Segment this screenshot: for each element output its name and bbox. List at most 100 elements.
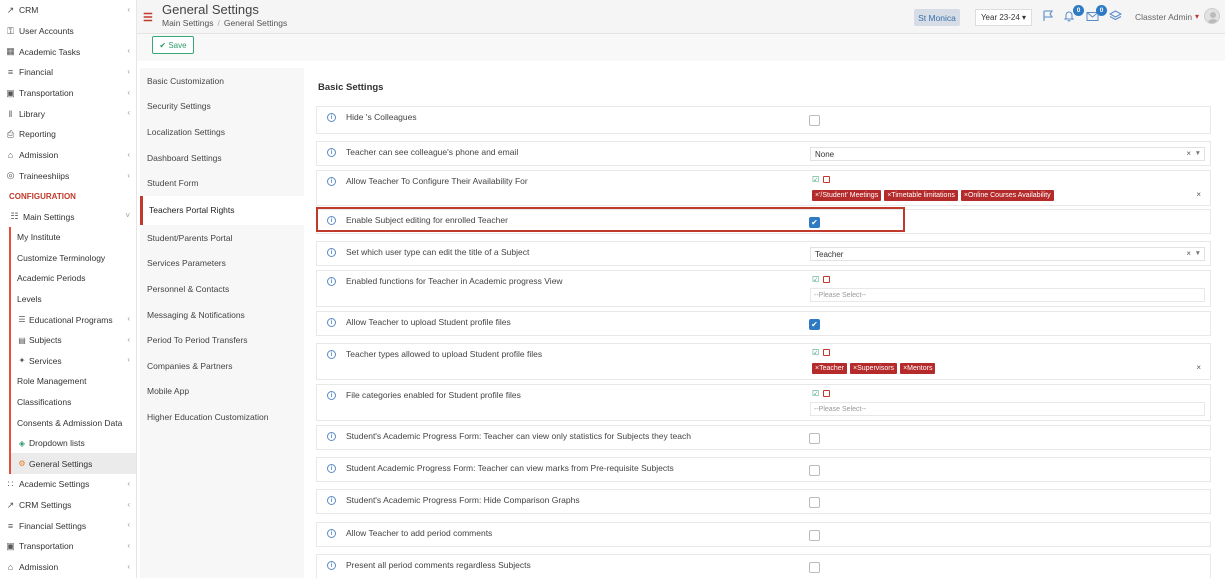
settings-nav-item[interactable]: Messaging & Notifications [140,302,304,328]
select-all-icon[interactable]: ☑ [812,348,819,357]
menu-toggle-icon[interactable]: ☰ [143,11,153,24]
settings-nav-item[interactable]: Mobile App [140,379,304,405]
settings-nav-item[interactable]: Basic Customization [140,68,304,94]
flag-icon[interactable] [1040,8,1056,24]
sidebar-subitem[interactable]: Customize Terminology [9,247,136,269]
avatar[interactable] [1204,8,1220,24]
chevron-left-icon: ‹ [127,87,130,97]
setting-checkbox[interactable]: ✔ [809,319,820,330]
setting-checkbox[interactable] [809,465,820,476]
select-all-icon[interactable]: ☑ [812,175,819,184]
sidebar-item[interactable]: ↗ CRM Settings ‹ [0,495,136,516]
tag-input[interactable]: × Teacher × Supervisors × Mentors × [810,361,1205,375]
deselect-all-icon[interactable] [823,390,831,397]
sidebar-item[interactable]: ↗ CRM ‹ [0,0,136,21]
save-button[interactable]: ✔ Save [152,36,194,54]
sidebar-item[interactable]: ∷ Academic Settings ‹ [0,474,136,495]
clear-icon[interactable]: × [1196,363,1201,372]
info-icon[interactable]: i [327,350,336,359]
tag-chip[interactable]: × Timetable limitations [884,189,958,201]
info-icon[interactable]: i [327,318,336,327]
sidebar-item[interactable]: ▣ Transportation ‹ [0,83,136,104]
multiselect-input[interactable]: --Please Select-- [810,402,1205,416]
info-icon[interactable]: i [327,277,336,286]
setting-checkbox[interactable] [809,497,820,508]
setting-select[interactable]: None × ▼ [810,147,1205,161]
settings-nav-item[interactable]: Security Settings [140,94,304,120]
info-icon[interactable]: i [327,529,336,538]
settings-nav-item[interactable]: Dashboard Settings [140,145,304,171]
info-icon[interactable]: i [327,464,336,473]
caret-down-icon[interactable]: ▾ [1195,12,1199,21]
settings-nav-item[interactable]: Higher Education Customization [140,404,304,430]
layers-icon[interactable] [1107,8,1123,24]
sidebar-subitem[interactable]: My Institute [9,226,136,248]
sidebar-subitem[interactable]: ▤ Subjects ‹ [9,329,136,351]
settings-nav-item[interactable]: Teachers Portal Rights [140,195,304,225]
settings-nav-item[interactable]: Period To Period Transfers [140,327,304,353]
info-icon[interactable]: i [327,496,336,505]
tag-chip[interactable]: × '/Student' Meetings [812,189,882,201]
tag-chip[interactable]: × Mentors [900,362,936,374]
deselect-all-icon[interactable] [823,176,831,183]
sidebar-item[interactable]: ⌂ Admission ‹ [0,557,136,578]
sidebar-item[interactable]: ▦ Academic Tasks ‹ [0,41,136,62]
sidebar-item[interactable]: ⚿ User Accounts [0,21,136,42]
sidebar-subitem[interactable]: Classifications [9,391,136,413]
sidebar-item[interactable]: ≡ Financial ‹ [0,62,136,83]
tag-chip[interactable]: × Teacher [812,362,847,374]
setting-checkbox[interactable] [809,115,820,126]
sidebar-item[interactable]: ⌂ Admission ‹ [0,145,136,166]
sidebar-item[interactable]: ◎ Traineeshiips ‹ [0,166,136,187]
sidebar-subitem[interactable]: Consents & Admission Data [9,412,136,433]
bell-icon[interactable]: 0 [1061,5,1084,24]
settings-nav-item[interactable]: Services Parameters [140,251,304,277]
chevron-left-icon: ‹ [127,334,130,344]
deselect-all-icon[interactable] [823,349,831,356]
deselect-all-icon[interactable] [823,276,831,283]
info-icon[interactable]: i [327,561,336,570]
info-icon[interactable]: i [327,432,336,441]
info-icon[interactable]: i [327,148,336,157]
settings-nav-item[interactable]: Personnel & Contacts [140,276,304,302]
settings-nav-item[interactable]: Student/Parents Portal [140,225,304,251]
school-selector[interactable]: St Monica [914,9,960,26]
year-selector[interactable]: Year 23-24 ▾ [975,9,1032,26]
settings-nav-item[interactable]: Companies & Partners [140,353,304,379]
setting-checkbox[interactable] [809,562,820,573]
multiselect-input[interactable]: --Please Select-- [810,288,1205,302]
sidebar-subitem[interactable]: Role Management [9,371,136,392]
tag-chip[interactable]: × Supervisors [850,362,898,374]
setting-select[interactable]: Teacher × ▼ [810,247,1205,261]
clear-icon[interactable]: × [1186,249,1191,258]
setting-checkbox[interactable] [809,433,820,444]
sidebar-subitem[interactable]: Academic Periods [9,268,136,289]
select-all-icon[interactable]: ☑ [812,389,819,398]
user-menu[interactable]: Classter Admin [1135,12,1192,22]
sidebar-item[interactable]: ⎙ Reporting [0,124,136,145]
sidebar-item[interactable]: ≡ Financial Settings ‹ [0,515,136,536]
info-icon[interactable]: i [327,391,336,400]
envelope-icon[interactable]: 0 [1084,5,1107,24]
info-icon[interactable]: i [327,177,336,186]
select-all-controls: ☑ [812,175,831,184]
settings-nav-item[interactable]: Student Form [140,170,304,196]
sidebar-item[interactable]: ▣ Transportation ‹ [0,536,136,557]
settings-nav-item[interactable]: Localization Settings [140,119,304,145]
tag-chip[interactable]: × Online Courses Availability [960,189,1054,201]
clear-icon[interactable]: × [1196,190,1201,199]
sidebar-subitem[interactable]: Levels [9,288,136,310]
breadcrumb-item[interactable]: Main Settings [162,18,214,28]
clear-icon[interactable]: × [1186,149,1191,158]
info-icon[interactable]: i [327,113,336,122]
sidebar-subitem[interactable]: ☰ Educational Programs ‹ [9,309,136,330]
info-icon[interactable]: i [327,248,336,257]
sidebar-item-main-settings[interactable]: ☷ Main Settings ˅ [0,206,136,227]
select-all-icon[interactable]: ☑ [812,275,819,284]
sidebar-subitem[interactable]: ◈ Dropdown lists [9,432,136,454]
tag-input[interactable]: × '/Student' Meetings × Timetable limitatio… [810,188,1205,202]
setting-checkbox[interactable] [809,530,820,541]
sidebar-subitem[interactable]: ✦ Services ‹ [9,350,136,372]
sidebar-subitem[interactable]: ⚙ General Settings [9,453,136,474]
sidebar-item[interactable]: ‖ Library ‹ [0,103,136,124]
